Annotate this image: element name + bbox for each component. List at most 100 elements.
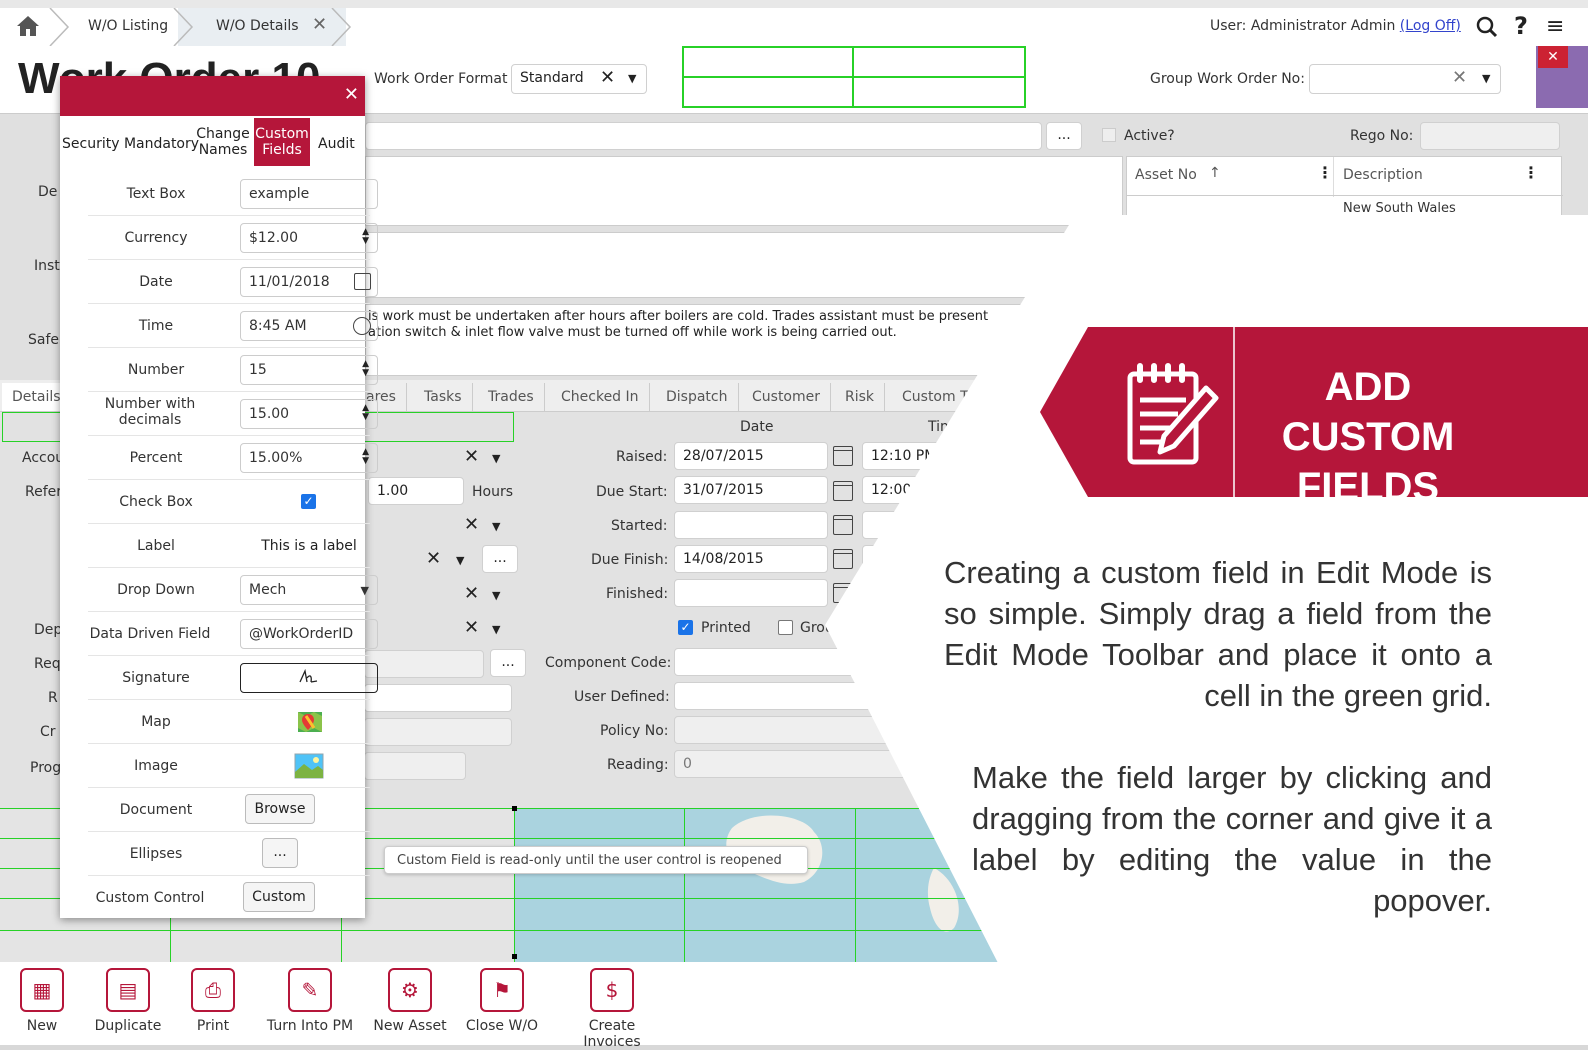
logoff-link[interactable]: (Log Off) (1400, 18, 1461, 34)
new-button[interactable]: ▦ New (14, 968, 70, 1034)
instructions-textarea[interactable] (365, 232, 1065, 298)
chevron-down-icon[interactable]: ▼ (492, 589, 500, 602)
wo-title-input[interactable] (365, 122, 1042, 150)
ellipsis-button[interactable]: ... (262, 838, 298, 868)
custom-control-button[interactable]: Custom (243, 882, 315, 912)
spinner-icon[interactable]: ▲ ▼ (362, 404, 369, 422)
tab-trades[interactable]: Trades (478, 383, 545, 411)
signature-pad[interactable] (240, 663, 378, 693)
clock-icon[interactable] (353, 317, 371, 335)
description-header[interactable]: Description (1343, 167, 1423, 183)
new-asset-button[interactable]: ⚙ New Asset (372, 968, 448, 1034)
spinner-icon[interactable]: ▲ ▼ (362, 448, 369, 466)
percent-input[interactable]: 15.00% ▲ ▼ (240, 443, 378, 473)
clear-icon[interactable]: ✕ (464, 446, 479, 467)
request-input[interactable] (364, 650, 484, 678)
calendar-icon[interactable] (833, 446, 853, 466)
image-icon[interactable] (294, 752, 324, 780)
format-select[interactable]: Standard ✕ ▼ (511, 64, 647, 94)
ellipsis-button[interactable]: ... (482, 545, 518, 573)
duplicate-button[interactable]: ▤ Duplicate (92, 968, 164, 1034)
date-input[interactable]: 11/01/2018 (240, 267, 378, 297)
chevron-down-icon[interactable]: ▼ (492, 623, 500, 636)
clear-icon[interactable]: ✕ (464, 617, 479, 638)
r-input[interactable] (364, 684, 512, 712)
data-driven-input[interactable]: @WorkOrderID (240, 619, 378, 649)
chevron-down-icon[interactable]: ▼ (492, 452, 500, 465)
map-icon[interactable] (296, 708, 324, 736)
clear-icon[interactable]: ✕ (464, 514, 479, 535)
number-input[interactable]: 15 ▲ ▼ (240, 355, 378, 385)
due-finish-time-input[interactable]: 1 (862, 545, 952, 573)
description-textarea[interactable] (365, 156, 1123, 226)
calendar-icon[interactable] (833, 549, 853, 569)
home-button[interactable] (6, 8, 50, 44)
help-icon[interactable]: ? (1514, 12, 1528, 40)
clear-icon[interactable]: ✕ (1452, 67, 1467, 88)
printed-checkbox[interactable]: ✓ (678, 620, 693, 635)
tab-security-mandatory[interactable]: Security Mandatory (62, 136, 199, 152)
breadcrumb-wo-listing[interactable]: W/O Listing (88, 8, 168, 44)
cr-input[interactable] (364, 718, 512, 746)
user-defined-input[interactable] (674, 682, 974, 710)
tab-risk[interactable]: Risk (835, 383, 886, 411)
map-cell[interactable] (514, 808, 1040, 962)
close-wo-button[interactable]: ⚑ Close W/O (464, 968, 540, 1034)
resize-handle[interactable] (512, 954, 517, 959)
sort-up-icon[interactable]: ↑ (1209, 165, 1221, 181)
started-date-input[interactable] (674, 511, 828, 539)
tab-custom-fields[interactable]: Custom Fields (254, 118, 310, 166)
tab-dispatch[interactable]: Dispatch (656, 383, 739, 411)
create-invoices-button[interactable]: $ Create Invoices (558, 968, 666, 1050)
rego-input[interactable] (1420, 122, 1560, 150)
chevron-down-icon[interactable]: ▼ (456, 554, 464, 567)
active-checkbox[interactable] (1102, 128, 1116, 142)
menu-icon[interactable]: ≡ (1546, 14, 1564, 39)
group-wo-select[interactable]: ✕ ▼ (1309, 64, 1501, 94)
started-time-input[interactable] (862, 511, 952, 539)
chevron-down-icon[interactable]: ▼ (361, 584, 369, 597)
spinner-icon[interactable]: ▲ ▼ (362, 360, 369, 378)
clear-icon[interactable]: ✕ (464, 583, 479, 604)
tab-custom[interactable]: Custom Ta (892, 383, 985, 411)
turn-into-pm-button[interactable]: ✎ Turn Into PM (264, 968, 356, 1034)
tab-checked-in[interactable]: Checked In (551, 383, 650, 411)
hours-input[interactable]: 1.00 (368, 477, 464, 505)
time-input[interactable]: 8:45 AM (240, 311, 378, 341)
close-tab-icon[interactable]: ✕ (312, 14, 327, 35)
safety-textarea[interactable]: is work must be undertaken after hours a… (365, 304, 1065, 376)
tab-tasks[interactable]: Tasks (414, 383, 473, 411)
drop-down-select[interactable]: Mech ▼ (240, 575, 378, 605)
due-start-time-input[interactable]: 12:00 P (862, 476, 952, 504)
raised-date-input[interactable]: 28/07/2015 (674, 442, 828, 470)
chevron-down-icon[interactable]: ▼ (1482, 72, 1490, 85)
due-start-date-input[interactable]: 31/07/2015 (674, 476, 828, 504)
spinner-icon[interactable]: ▲ ▼ (362, 228, 369, 246)
close-icon[interactable]: ✕ (344, 84, 359, 105)
tab-customer[interactable]: Customer (742, 383, 832, 411)
component-code-input[interactable] (674, 648, 974, 676)
clear-icon[interactable]: ✕ (426, 548, 441, 569)
raised-time-input[interactable]: 12:10 PM (862, 442, 952, 470)
group-checkbox[interactable] (778, 620, 793, 635)
calendar-icon[interactable] (354, 273, 371, 290)
column-menu-icon[interactable]: ⋮ (1317, 163, 1333, 182)
custom-checkbox[interactable]: ✓ (301, 494, 316, 509)
decimal-input[interactable]: 15.00 ▲ ▼ (240, 399, 378, 429)
close-red-button[interactable]: ✕ (1538, 46, 1568, 68)
policy-no-input[interactable] (674, 716, 974, 744)
ellipsis-button[interactable]: ... (490, 649, 526, 677)
progress-input[interactable] (364, 752, 466, 780)
due-finish-date-input[interactable]: 14/08/2015 (674, 545, 828, 573)
clear-icon[interactable]: ✕ (600, 67, 615, 88)
ellipsis-button[interactable]: ... (1046, 122, 1082, 150)
calendar-icon[interactable] (833, 481, 853, 501)
currency-input[interactable]: $12.00 ▲ ▼ (240, 223, 378, 253)
breadcrumb-wo-details[interactable]: W/O Details (216, 8, 299, 44)
chevron-down-icon[interactable]: ▼ (492, 520, 500, 533)
column-menu-icon[interactable]: ⋮ (1523, 163, 1539, 182)
tab-change-names[interactable]: Change Names (196, 126, 250, 158)
text-box-input[interactable]: example (240, 179, 378, 209)
chevron-down-icon[interactable]: ▼ (628, 72, 636, 85)
finished-date-input[interactable] (674, 579, 828, 607)
